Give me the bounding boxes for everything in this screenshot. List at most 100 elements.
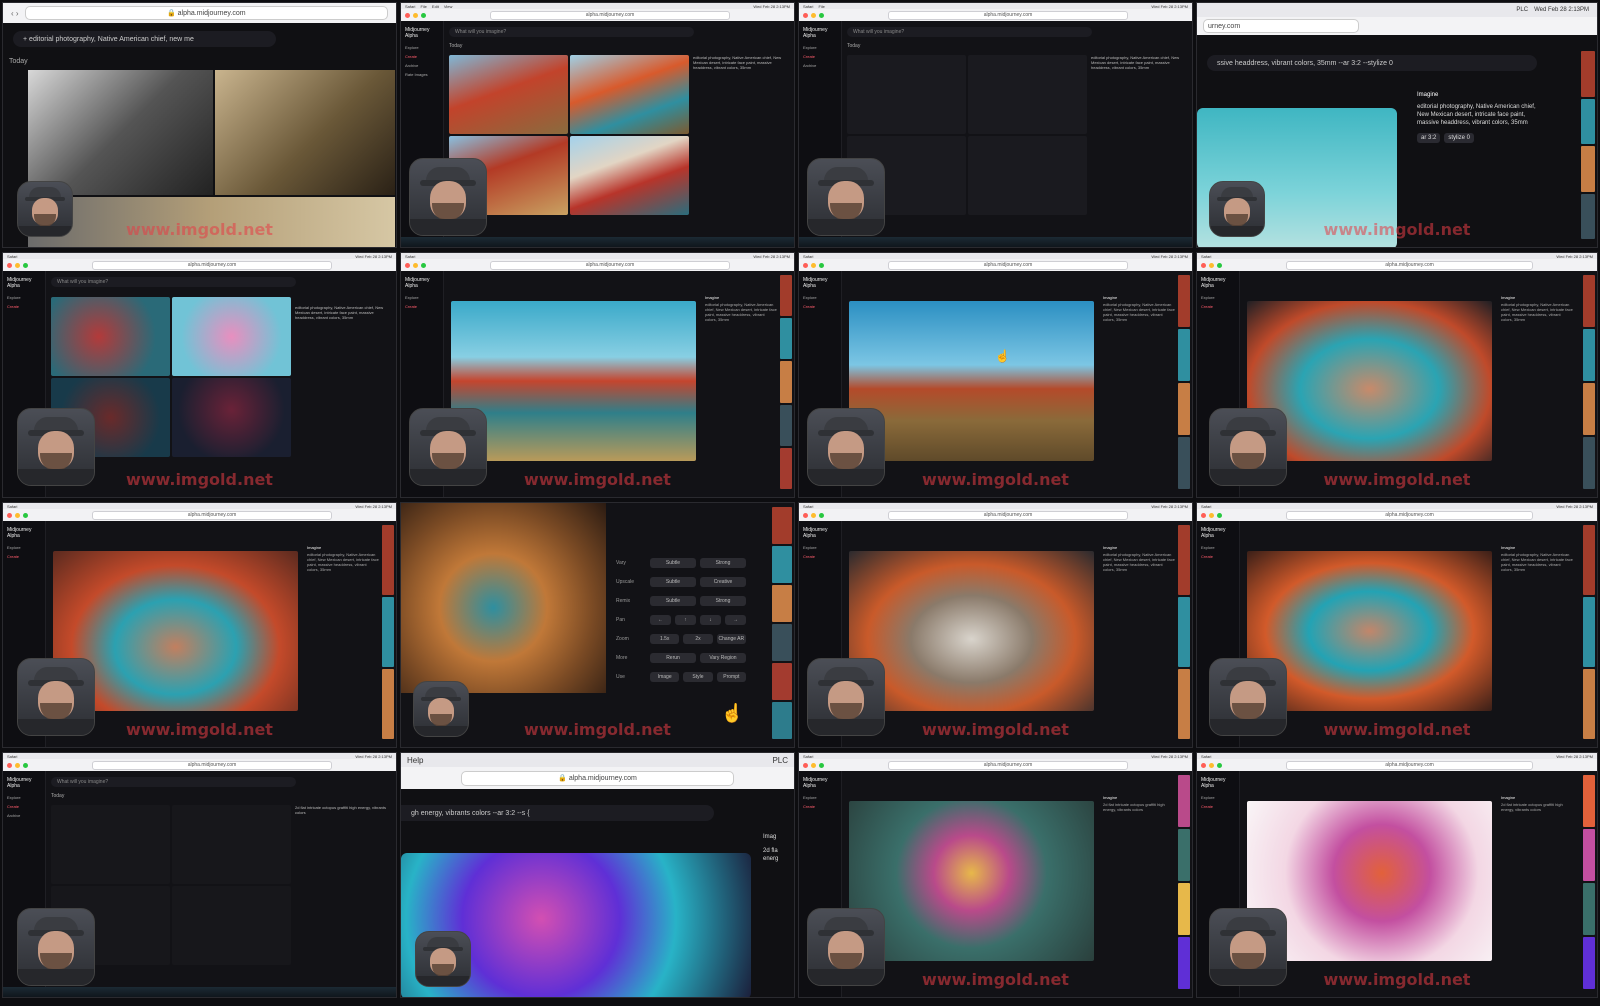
menu-file[interactable]: File [420, 4, 426, 9]
pan-left-button[interactable]: ← [650, 615, 671, 625]
remix-strong-button[interactable]: Strong [700, 596, 746, 606]
close-window-icon[interactable] [803, 762, 808, 768]
close-window-icon[interactable] [803, 512, 808, 518]
strip-thumb[interactable] [1583, 883, 1595, 935]
strip-thumb[interactable] [1583, 597, 1595, 667]
close-window-icon[interactable] [405, 262, 410, 268]
maximize-window-icon[interactable] [23, 762, 28, 768]
upscale-creative-button[interactable]: Creative [700, 577, 746, 587]
minimize-window-icon[interactable] [413, 12, 418, 18]
image-thumb-1[interactable] [51, 297, 170, 376]
image-large-chief[interactable] [451, 301, 696, 461]
maximize-window-icon[interactable] [1217, 762, 1222, 768]
url-bar[interactable]: alpha.midjourney.com [888, 260, 1128, 270]
image-thumb-2[interactable] [172, 297, 291, 376]
strip-thumb[interactable] [382, 669, 394, 739]
sidebar-item-create[interactable]: Create [3, 552, 45, 561]
strip-thumb[interactable] [1178, 525, 1190, 595]
url-bar[interactable]: alpha.midjourney.com [888, 760, 1128, 770]
strip-thumb[interactable] [1178, 669, 1190, 739]
strip-thumb[interactable] [772, 585, 792, 622]
param-badge-stylize[interactable]: stylize 0 [1444, 133, 1475, 143]
strip-thumb[interactable] [1583, 829, 1595, 881]
menu-safari[interactable]: Safari [803, 754, 813, 759]
pan-down-button[interactable]: ↓ [700, 615, 721, 625]
menu-safari[interactable]: Safari [803, 504, 813, 509]
strip-thumb[interactable] [1583, 437, 1595, 489]
close-window-icon[interactable] [7, 262, 12, 268]
sidebar-item-create[interactable]: Create [799, 552, 841, 561]
url-bar[interactable]: alpha.midjourney.com [1286, 510, 1533, 520]
sidebar-item-explore[interactable]: Explore [1197, 293, 1239, 302]
sidebar-item-explore[interactable]: Explore [3, 543, 45, 552]
strip-thumb[interactable] [1583, 775, 1595, 827]
url-bar[interactable]: alpha.midjourney.com [1286, 760, 1533, 770]
maximize-window-icon[interactable] [1217, 512, 1222, 518]
sidebar-item-archive[interactable]: Archive [401, 61, 443, 70]
sidebar-item-create[interactable]: Create [401, 302, 443, 311]
app-logo[interactable]: Midjourney Alpha [401, 271, 443, 293]
sidebar-item-explore[interactable]: Explore [1197, 543, 1239, 552]
sidebar-item-explore[interactable]: Explore [401, 43, 443, 52]
minimize-window-icon[interactable] [15, 512, 20, 518]
strip-thumb[interactable] [1178, 329, 1190, 381]
strip-thumb[interactable] [1178, 775, 1190, 827]
menu-view[interactable]: View [444, 4, 453, 9]
sidebar-item-create[interactable]: Create [3, 302, 45, 311]
strip-thumb[interactable] [1581, 146, 1595, 192]
menu-edit[interactable]: Edit [432, 4, 439, 9]
strip-thumb[interactable] [1178, 437, 1190, 489]
minimize-window-icon[interactable] [811, 12, 816, 18]
menu-safari[interactable]: Safari [7, 754, 17, 759]
close-window-icon[interactable] [1201, 262, 1206, 268]
strip-thumb[interactable] [772, 624, 792, 661]
close-window-icon[interactable] [7, 512, 12, 518]
menu-safari[interactable]: Safari [1201, 254, 1211, 259]
sidebar-item-create[interactable]: Create [401, 52, 443, 61]
app-logo[interactable]: Midjourney Alpha [799, 771, 841, 793]
prompt-input[interactable]: What will you imagine? [51, 277, 296, 287]
app-logo[interactable]: Midjourney Alpha [1197, 771, 1239, 793]
strip-thumb[interactable] [1583, 669, 1595, 739]
url-bar[interactable]: 🔒 alpha.midjourney.com [461, 770, 734, 786]
sidebar-item-explore[interactable]: Explore [401, 293, 443, 302]
minimize-window-icon[interactable] [811, 262, 816, 268]
maximize-window-icon[interactable] [819, 762, 824, 768]
image-octopus-graffiti[interactable] [849, 801, 1094, 961]
minimize-window-icon[interactable] [15, 262, 20, 268]
strip-thumb[interactable] [1583, 275, 1595, 327]
sidebar-item-create[interactable]: Create [799, 52, 841, 61]
sidebar-item-archive[interactable]: Archive [3, 811, 45, 820]
sidebar-item-explore[interactable]: Explore [3, 793, 45, 802]
zoom-1-5x-button[interactable]: 1.5x [650, 634, 680, 644]
prompt-input[interactable]: gh energy, vibrants colors --ar 3:2 --s … [401, 805, 714, 821]
strip-thumb[interactable] [1583, 525, 1595, 595]
url-bar[interactable]: alpha.midjourney.com [888, 10, 1128, 20]
strip-thumb[interactable] [1178, 937, 1190, 989]
zoom-2x-button[interactable]: 2x [683, 634, 713, 644]
app-logo[interactable]: Midjourney Alpha [799, 521, 841, 543]
change-ar-button[interactable]: Change AR [716, 634, 746, 644]
url-bar[interactable]: alpha.midjourney.com [888, 510, 1128, 520]
strip-thumb[interactable] [1583, 383, 1595, 435]
url-bar[interactable]: alpha.midjourney.com [92, 260, 332, 270]
remix-subtle-button[interactable]: Subtle [650, 596, 696, 606]
prompt-input[interactable]: What will you imagine? [847, 27, 1092, 37]
menu-safari[interactable]: Safari [1201, 504, 1211, 509]
minimize-window-icon[interactable] [811, 762, 816, 768]
sidebar-item-rate-images[interactable]: Rate Images [401, 70, 443, 79]
sidebar-item-create[interactable]: Create [799, 302, 841, 311]
close-window-icon[interactable] [803, 12, 808, 18]
strip-thumb[interactable] [1581, 51, 1595, 97]
strip-thumb[interactable] [1178, 883, 1190, 935]
maximize-window-icon[interactable] [421, 12, 426, 18]
menu-safari[interactable]: Safari [1201, 754, 1211, 759]
app-logo[interactable]: Midjourney Alpha [1197, 521, 1239, 543]
menu-safari[interactable]: Safari [7, 504, 17, 509]
sidebar-item-create[interactable]: Create [1197, 802, 1239, 811]
menu-safari[interactable]: Safari [7, 254, 17, 259]
sidebar-item-explore[interactable]: Explore [799, 793, 841, 802]
minimize-window-icon[interactable] [1209, 762, 1214, 768]
strip-thumb[interactable] [1178, 829, 1190, 881]
vary-subtle-button[interactable]: Subtle [650, 558, 696, 568]
